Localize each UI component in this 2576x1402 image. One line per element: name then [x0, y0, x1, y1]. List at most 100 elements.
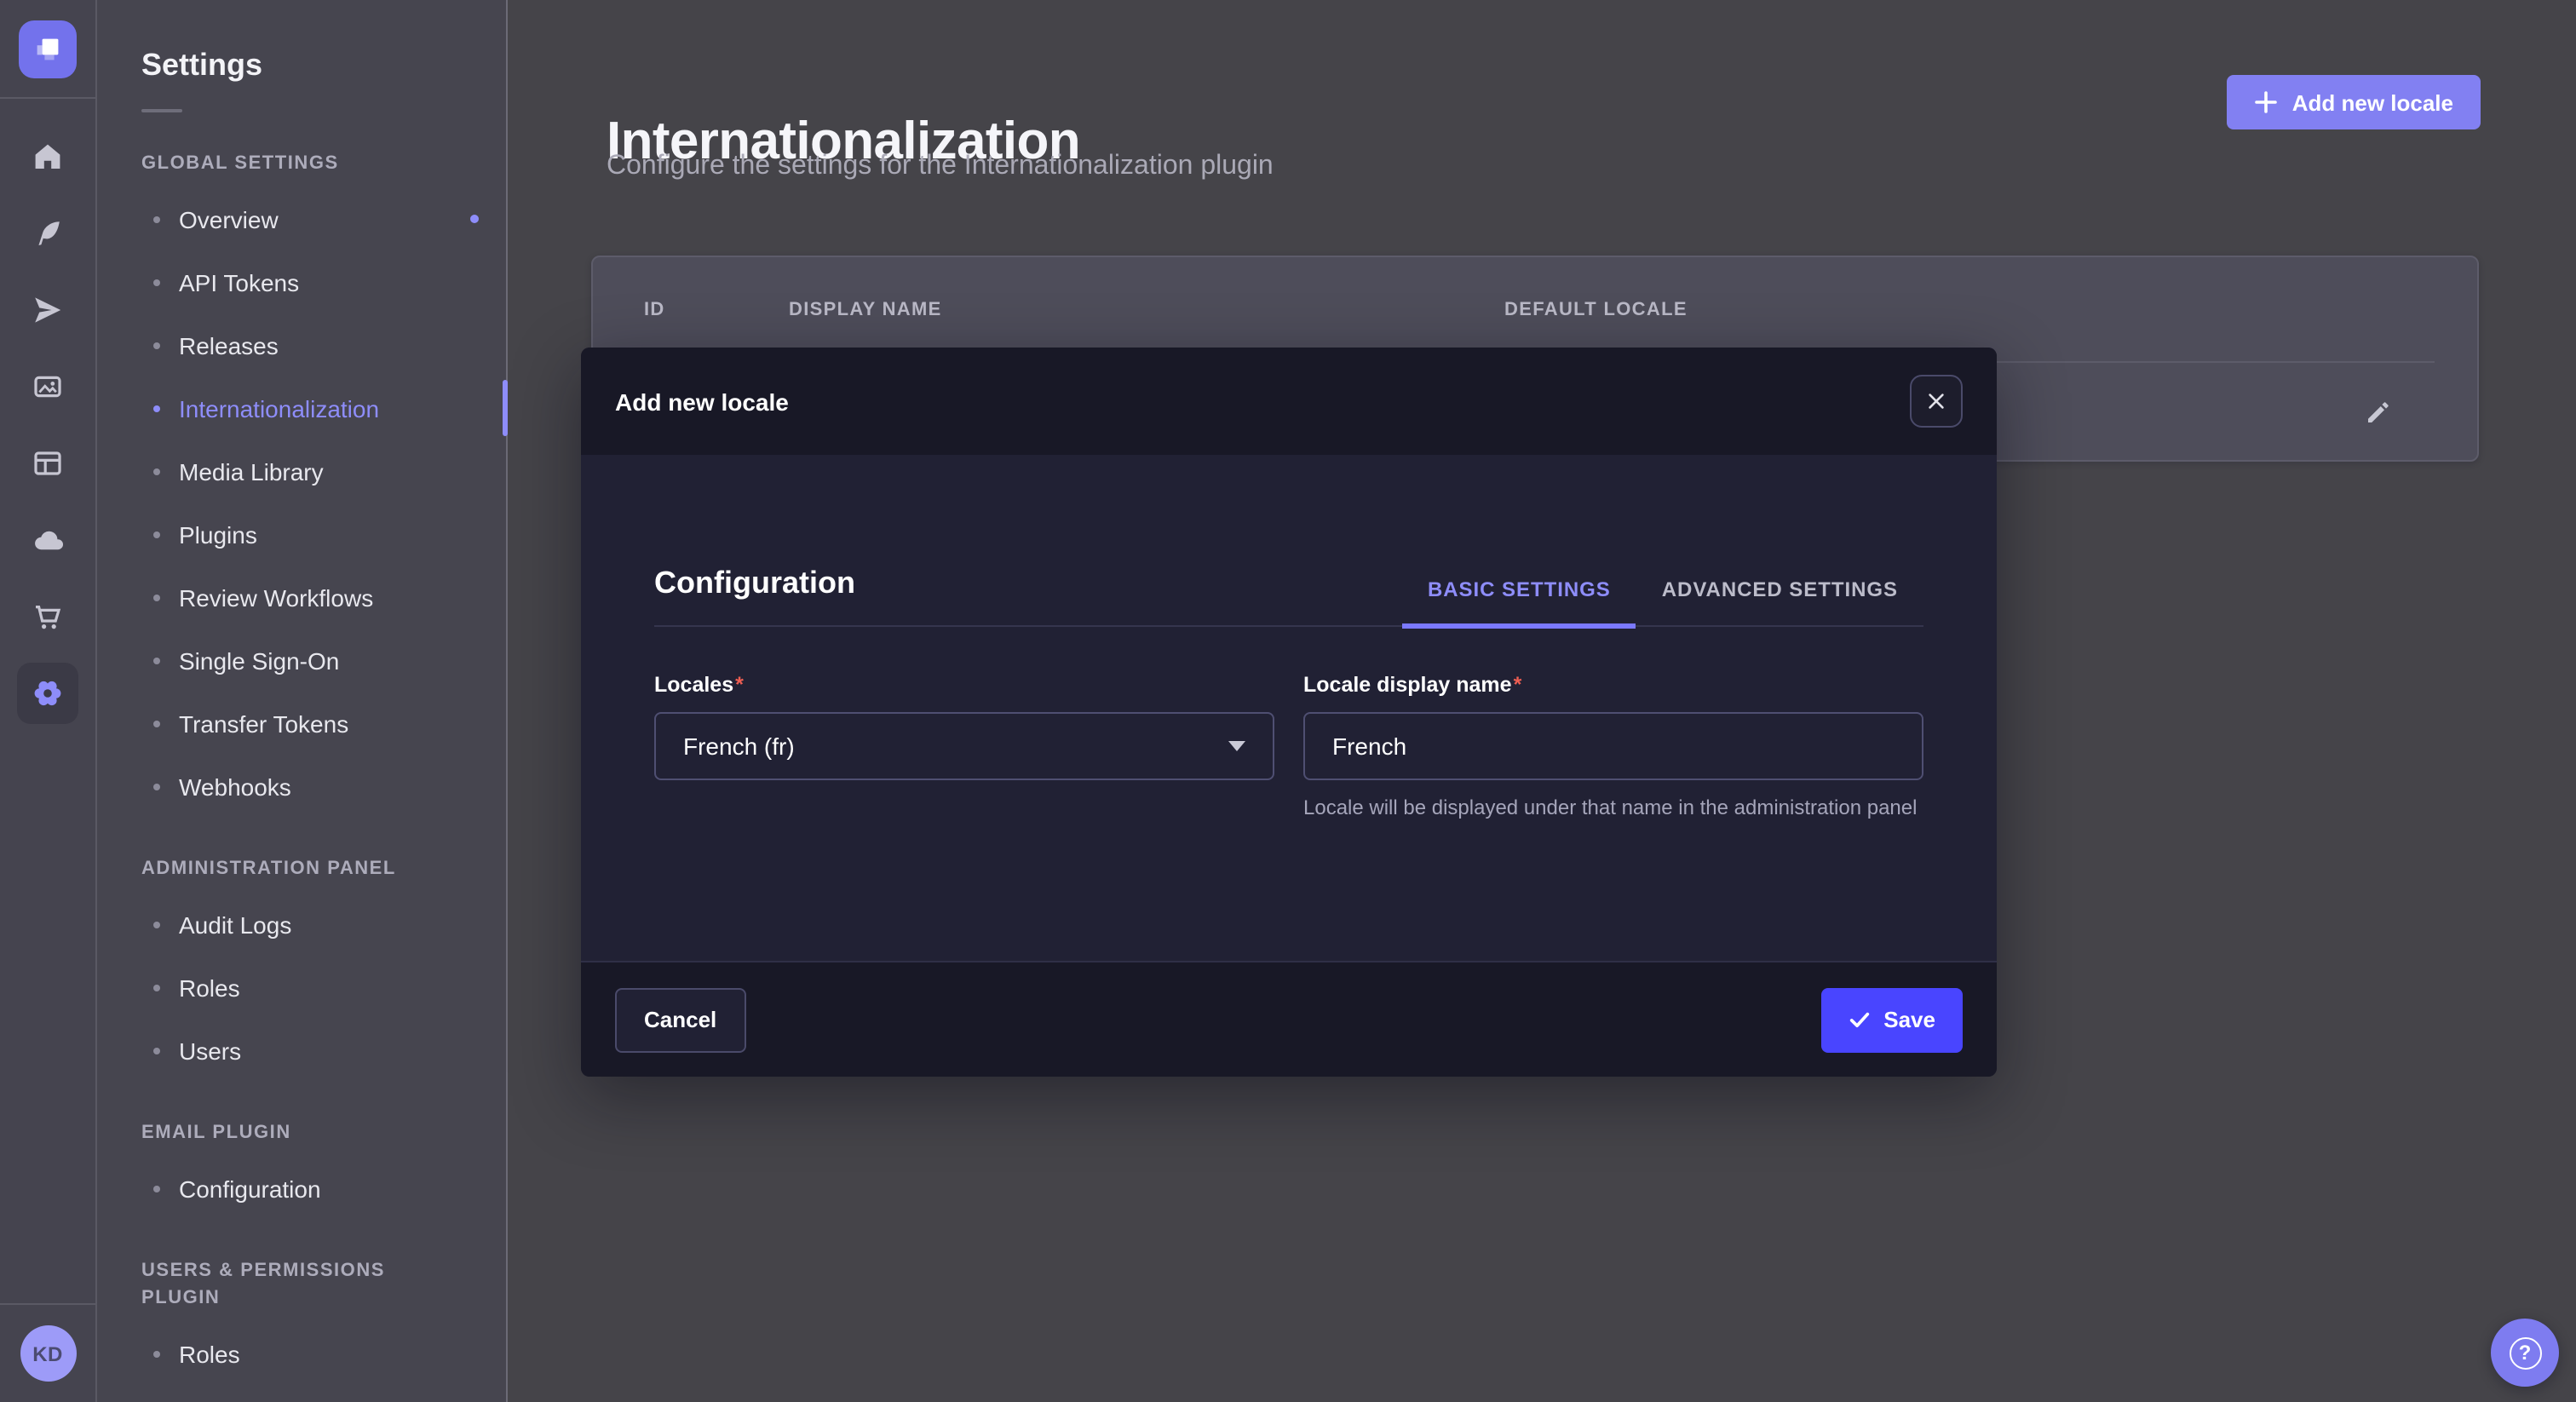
save-button[interactable]: Save: [1820, 987, 1963, 1052]
sidebar-item-label: Audit Logs: [179, 911, 291, 938]
paper-plane-icon: [31, 293, 65, 327]
column-header-default-locale: DEFAULT LOCALE: [1504, 299, 2477, 319]
sidebar-item-label: Roles: [179, 1340, 240, 1367]
nav-rail: KD: [0, 0, 97, 1402]
nav-item-cloud[interactable]: [17, 509, 78, 571]
display-name-field: Locale display name* Locale will be disp…: [1303, 671, 1923, 824]
locales-select[interactable]: French (fr): [654, 712, 1274, 780]
sidebar-item-label: Media Library: [179, 457, 324, 485]
bullet-icon: [153, 1047, 160, 1054]
nav-item-releases[interactable]: [17, 279, 78, 341]
check-icon: [1848, 1008, 1870, 1031]
tab-advanced-settings[interactable]: ADVANCED SETTINGS: [1636, 577, 1923, 625]
plus-icon: [2255, 90, 2279, 114]
nav-item-content-builder[interactable]: [17, 203, 78, 264]
configuration-title: Configuration: [654, 564, 855, 625]
nav-item-home[interactable]: [17, 126, 78, 187]
tab-basic-settings[interactable]: BASIC SETTINGS: [1402, 577, 1636, 629]
sidebar-section-admin-panel: ADMINISTRATION PANEL Audit Logs Roles Us…: [97, 855, 506, 1082]
sidebar-item-label: Users: [179, 1037, 241, 1064]
sidebar-item-label: Releases: [179, 331, 279, 359]
help-button[interactable]: ?: [2491, 1319, 2559, 1387]
logo-section: [0, 0, 95, 99]
bullet-icon: [153, 531, 160, 537]
sidebar-item-admin-roles[interactable]: Roles: [97, 956, 506, 1019]
help-icon: ?: [2509, 1336, 2541, 1369]
required-asterisk: *: [1514, 673, 1522, 697]
cloud-icon: [31, 523, 65, 557]
nav-item-media-library[interactable]: [17, 356, 78, 417]
display-name-input[interactable]: [1303, 712, 1923, 780]
sidebar-item-api-tokens[interactable]: API Tokens: [97, 250, 506, 313]
gear-icon: [31, 676, 65, 710]
sidebar-item-label: Review Workflows: [179, 583, 373, 611]
sidebar-item-label: Plugins: [179, 520, 257, 548]
settings-tabs: BASIC SETTINGS ADVANCED SETTINGS: [1402, 577, 1923, 625]
modal-title: Add new locale: [615, 388, 789, 415]
display-name-label-text: Locale display name: [1303, 673, 1512, 697]
save-button-label: Save: [1883, 1007, 1935, 1032]
avatar[interactable]: KD: [20, 1325, 76, 1382]
chevron-down-icon: [1228, 741, 1245, 751]
locales-select-value: French (fr): [683, 733, 795, 760]
bullet-icon: [153, 279, 160, 285]
locales-label-text: Locales: [654, 673, 733, 697]
bullet-icon: [153, 1350, 160, 1357]
bullet-icon: [153, 921, 160, 928]
sidebar-item-label: Webhooks: [179, 773, 291, 800]
sidebar-item-overview[interactable]: Overview: [97, 187, 506, 250]
locales-field: Locales* French (fr): [654, 671, 1274, 824]
modal-close-button[interactable]: [1910, 375, 1963, 428]
modal-header: Add new locale: [581, 348, 1997, 455]
configuration-header-row: Configuration BASIC SETTINGS ADVANCED SE…: [654, 455, 1923, 627]
sidebar-item-up-roles[interactable]: Roles: [97, 1322, 506, 1385]
bullet-icon: [153, 342, 160, 348]
sidebar-item-transfer-tokens[interactable]: Transfer Tokens: [97, 692, 506, 755]
sidebar-item-media-library[interactable]: Media Library: [97, 440, 506, 503]
sidebar-title: Settings: [97, 44, 506, 85]
bullet-icon: [153, 984, 160, 991]
sidebar-item-internationalization[interactable]: Internationalization: [97, 376, 506, 440]
bullet-icon: [153, 468, 160, 474]
page-subtitle: Configure the settings for the Internati…: [607, 152, 1274, 182]
cart-icon: [31, 600, 65, 634]
edit-locale-button[interactable]: [2355, 388, 2402, 435]
nav-item-settings[interactable]: [17, 663, 78, 724]
section-label: EMAIL PLUGIN: [97, 1119, 506, 1146]
sidebar-item-email-configuration[interactable]: Configuration: [97, 1157, 506, 1220]
sidebar-section-global: GLOBAL SETTINGS Overview API Tokens Rele…: [97, 150, 506, 818]
section-label: ADMINISTRATION PANEL: [97, 855, 506, 882]
table-header-row: ID DISPLAY NAME DEFAULT LOCALE: [593, 257, 2477, 361]
sidebar-item-label: Single Sign-On: [179, 646, 339, 674]
sidebar-item-webhooks[interactable]: Webhooks: [97, 755, 506, 818]
cancel-button[interactable]: Cancel: [615, 987, 745, 1052]
sidebar-section-email-plugin: EMAIL PLUGIN Configuration: [97, 1119, 506, 1220]
bullet-icon: [153, 783, 160, 790]
strapi-logo[interactable]: [19, 20, 77, 78]
nav-item-marketplace[interactable]: [17, 586, 78, 647]
modal-footer: Cancel Save: [581, 961, 1997, 1077]
home-icon: [31, 140, 65, 174]
sidebar-section-users-permissions: USERS & PERMISSIONS PLUGIN Roles Provide…: [97, 1257, 506, 1402]
add-new-locale-button[interactable]: Add new locale: [2228, 75, 2481, 129]
sidebar-item-single-sign-on[interactable]: Single Sign-On: [97, 629, 506, 692]
nav-rail-items: [0, 99, 95, 724]
sidebar-item-review-workflows[interactable]: Review Workflows: [97, 566, 506, 629]
sidebar-item-label: API Tokens: [179, 268, 299, 296]
sidebar-item-label: Overview: [179, 205, 279, 233]
bullet-icon: [153, 594, 160, 600]
nav-item-content-manager[interactable]: [17, 433, 78, 494]
add-locale-modal: Add new locale Configuration BASIC SETTI…: [581, 348, 1997, 1077]
bullet-icon: [153, 720, 160, 727]
sidebar-item-up-providers[interactable]: Providers: [97, 1385, 506, 1402]
strapi-logo-icon: [31, 32, 65, 66]
column-header-display-name: DISPLAY NAME: [789, 299, 1504, 319]
sidebar-item-audit-logs[interactable]: Audit Logs: [97, 893, 506, 956]
sidebar-item-releases[interactable]: Releases: [97, 313, 506, 376]
display-name-helper-text: Locale will be displayed under that name…: [1303, 794, 1923, 824]
display-name-label: Locale display name*: [1303, 671, 1923, 700]
sidebar-item-plugins[interactable]: Plugins: [97, 503, 506, 566]
sidebar-title-divider: [141, 109, 182, 112]
sidebar-item-admin-users[interactable]: Users: [97, 1019, 506, 1082]
layout-icon: [31, 446, 65, 480]
